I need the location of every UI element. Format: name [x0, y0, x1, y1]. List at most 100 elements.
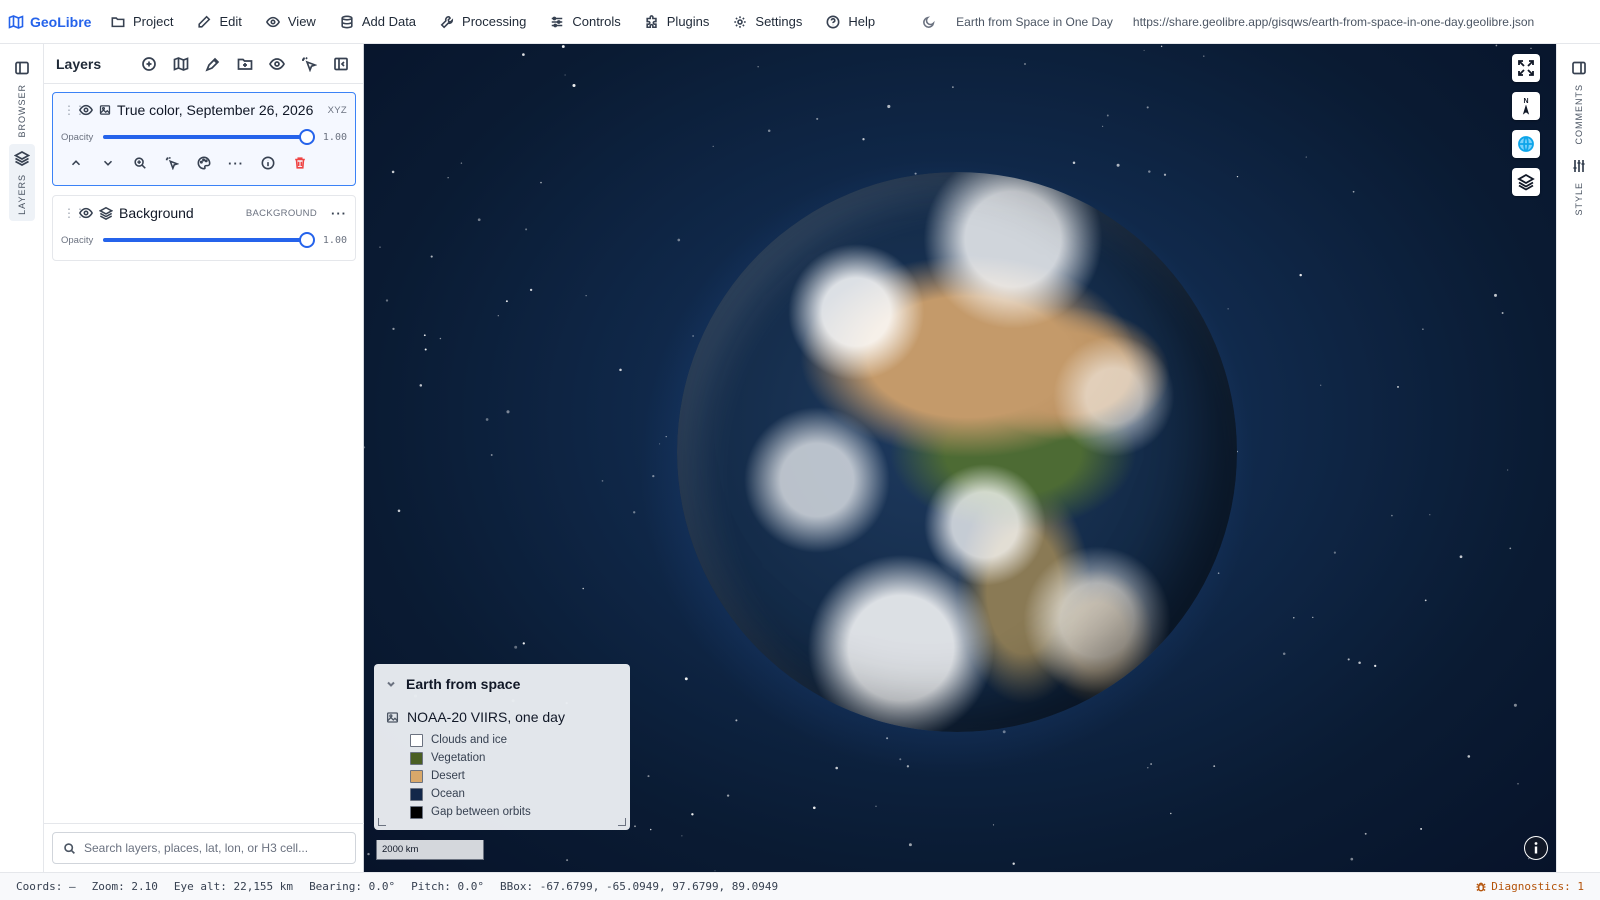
layer-style-button[interactable] — [195, 154, 213, 172]
add-map-button[interactable] — [170, 53, 191, 74]
identify-button[interactable] — [163, 154, 181, 172]
star — [1106, 114, 1109, 117]
star — [1530, 47, 1532, 49]
star — [1163, 173, 1167, 176]
star — [522, 53, 525, 56]
layer-card-background[interactable]: ⋮⋮ Background BACKGROUND ··· Opacity 1.0… — [52, 195, 356, 261]
drag-handle-icon[interactable]: ⋮⋮ — [63, 206, 86, 220]
resize-handle-icon[interactable] — [618, 818, 626, 826]
rail-browser-tab[interactable]: BROWSER — [9, 54, 35, 144]
toggle-visibility-button[interactable] — [266, 53, 287, 74]
layer-search-input[interactable] — [84, 841, 345, 855]
legend-header[interactable]: Earth from space — [386, 674, 618, 694]
delete-layer-button[interactable] — [291, 154, 309, 172]
star — [540, 181, 542, 184]
star — [1236, 175, 1239, 178]
star — [1391, 514, 1393, 517]
basemap-layers-button[interactable] — [1512, 168, 1540, 196]
star — [367, 852, 370, 856]
menu-help[interactable]: Help — [815, 0, 888, 44]
right-rail: COMMENTS STYLE — [1556, 44, 1600, 872]
globe[interactable] — [677, 172, 1237, 732]
star — [564, 74, 566, 76]
star — [419, 384, 423, 387]
star — [485, 418, 489, 421]
layers-icon — [14, 151, 30, 166]
layer-more-button[interactable]: ··· — [227, 154, 245, 172]
layer-info-button[interactable] — [259, 154, 277, 172]
star — [681, 835, 683, 837]
globe-projection-button[interactable] — [1512, 130, 1540, 158]
map-canvas[interactable]: N Earth from space NOAA-20 VIIRS, one da… — [364, 44, 1556, 872]
legend-items: Clouds and ice Vegetation Desert Ocean Gap b… — [386, 731, 618, 821]
menu-project[interactable]: Project — [100, 0, 186, 44]
add-group-button[interactable] — [234, 53, 255, 74]
star — [522, 642, 525, 645]
opacity-row: Opacity 1.00 — [53, 230, 355, 250]
layer-name: True color, September 26, 2026 — [117, 102, 314, 118]
sidebar-panel-icon — [1572, 61, 1586, 75]
menu-processing[interactable]: Processing — [429, 0, 539, 44]
layer-card-true-color[interactable]: ⋮⋮ True color, September 26, 2026 XYZ Op… — [52, 92, 356, 186]
draw-button[interactable] — [202, 53, 223, 74]
status-bbox: BBox: -67.6799, -65.0949, 97.6799, 89.09… — [500, 880, 779, 893]
star — [585, 295, 587, 297]
menu-plugins[interactable]: Plugins — [634, 0, 723, 44]
share-url[interactable]: https://share.geolibre.app/gisqws/earth-… — [1133, 15, 1534, 29]
rail-layers-tab[interactable]: LAYERS — [9, 144, 35, 221]
eye-icon[interactable] — [79, 206, 93, 220]
attribution-button[interactable] — [1524, 836, 1548, 860]
star — [572, 83, 576, 88]
legend-swatch — [410, 787, 423, 801]
star — [1012, 862, 1015, 865]
layer-type-badge: BACKGROUND — [245, 207, 317, 219]
opacity-slider[interactable] — [103, 129, 315, 145]
app-brand[interactable]: GeoLibre — [0, 14, 100, 30]
menu-view[interactable]: View — [255, 0, 329, 44]
star — [1459, 555, 1463, 559]
diagnostics-button[interactable]: Diagnostics: 1 — [1475, 880, 1584, 893]
star — [477, 218, 481, 222]
legend-layer-name: NOAA-20 VIIRS, one day — [407, 709, 565, 725]
legend-layer: NOAA-20 VIIRS, one day — [386, 707, 618, 727]
rail-style-label: STYLE — [1574, 182, 1584, 216]
star — [634, 825, 636, 828]
layers-icon — [99, 206, 113, 220]
drag-handle-icon[interactable]: ⋮⋮ — [63, 103, 86, 117]
layer-more-button[interactable]: ··· — [331, 206, 347, 221]
slider-thumb[interactable] — [299, 129, 315, 145]
menu-controls[interactable]: Controls — [539, 0, 633, 44]
menu-add-data[interactable]: Add Data — [329, 0, 429, 44]
move-layer-up-button[interactable] — [67, 154, 85, 172]
rail-comments-tab[interactable]: COMMENTS — [1566, 54, 1592, 151]
slider-thumb[interactable] — [299, 232, 315, 248]
opacity-slider[interactable] — [103, 232, 315, 248]
menu-edit[interactable]: Edit — [186, 0, 254, 44]
star — [1293, 617, 1295, 619]
collapse-panel-button[interactable] — [330, 53, 351, 74]
select-tool-button[interactable] — [298, 53, 319, 74]
move-layer-down-button[interactable] — [99, 154, 117, 172]
menu-settings[interactable]: Settings — [722, 0, 815, 44]
star — [423, 334, 426, 337]
theme-toggle[interactable] — [922, 15, 936, 29]
star — [952, 86, 954, 88]
star — [1024, 63, 1026, 65]
legend-swatch — [410, 751, 423, 765]
opacity-value: 1.00 — [322, 234, 347, 246]
rail-style-tab[interactable]: STYLE — [1566, 152, 1592, 222]
star — [1102, 125, 1104, 127]
legend-item-label: Ocean — [431, 788, 465, 800]
zoom-to-layer-button[interactable] — [131, 154, 149, 172]
eye-icon[interactable] — [79, 103, 93, 117]
compass-button[interactable]: N — [1512, 92, 1540, 120]
star — [364, 446, 366, 449]
star — [1282, 652, 1286, 656]
layer-row: ⋮⋮ Background BACKGROUND ··· — [53, 196, 355, 230]
layers-panel: Layers ⋮⋮ True color, September 26, 2026… — [44, 44, 364, 872]
star — [1312, 616, 1314, 619]
star — [1320, 384, 1322, 386]
add-basemap-button[interactable] — [138, 53, 159, 74]
resize-handle-icon[interactable] — [378, 818, 386, 826]
fullscreen-button[interactable] — [1512, 54, 1540, 82]
